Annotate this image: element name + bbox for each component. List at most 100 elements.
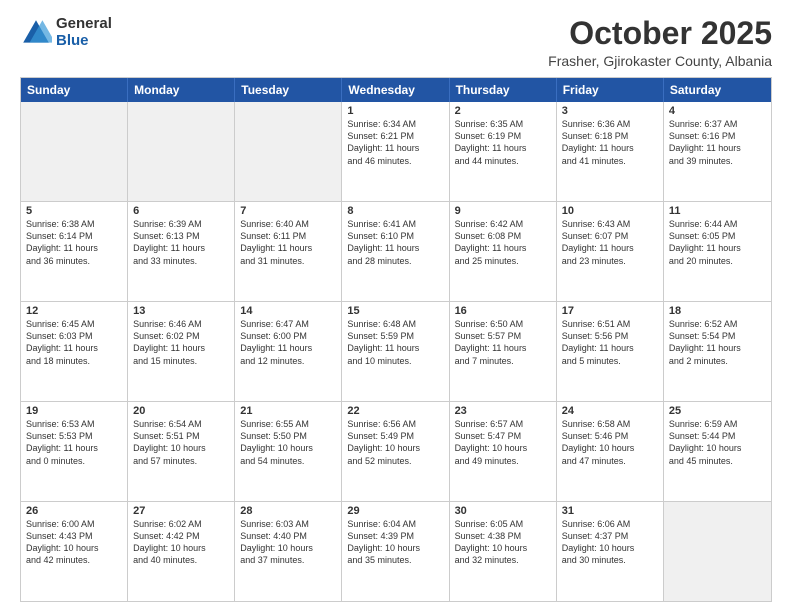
day-info: Sunrise: 6:55 AM Sunset: 5:50 PM Dayligh… (240, 418, 336, 467)
day-info: Sunrise: 6:45 AM Sunset: 6:03 PM Dayligh… (26, 318, 122, 367)
day-info: Sunrise: 6:57 AM Sunset: 5:47 PM Dayligh… (455, 418, 551, 467)
title-section: October 2025 Frasher, Gjirokaster County… (548, 16, 772, 69)
day-info: Sunrise: 6:37 AM Sunset: 6:16 PM Dayligh… (669, 118, 766, 167)
day-cell: 8Sunrise: 6:41 AM Sunset: 6:10 PM Daylig… (342, 202, 449, 301)
day-info: Sunrise: 6:50 AM Sunset: 5:57 PM Dayligh… (455, 318, 551, 367)
day-info: Sunrise: 6:43 AM Sunset: 6:07 PM Dayligh… (562, 218, 658, 267)
logo-text: General Blue (56, 16, 112, 49)
day-number: 22 (347, 405, 443, 417)
day-cell: 25Sunrise: 6:59 AM Sunset: 5:44 PM Dayli… (664, 402, 771, 501)
day-info: Sunrise: 6:35 AM Sunset: 6:19 PM Dayligh… (455, 118, 551, 167)
day-number: 26 (26, 505, 122, 517)
day-header-saturday: Saturday (664, 78, 771, 102)
day-cell: 24Sunrise: 6:58 AM Sunset: 5:46 PM Dayli… (557, 402, 664, 501)
day-cell (128, 102, 235, 201)
day-number: 27 (133, 505, 229, 517)
day-cell: 19Sunrise: 6:53 AM Sunset: 5:53 PM Dayli… (21, 402, 128, 501)
day-cell: 7Sunrise: 6:40 AM Sunset: 6:11 PM Daylig… (235, 202, 342, 301)
day-cell: 3Sunrise: 6:36 AM Sunset: 6:18 PM Daylig… (557, 102, 664, 201)
day-info: Sunrise: 6:06 AM Sunset: 4:37 PM Dayligh… (562, 518, 658, 567)
day-cell: 17Sunrise: 6:51 AM Sunset: 5:56 PM Dayli… (557, 302, 664, 401)
day-info: Sunrise: 6:02 AM Sunset: 4:42 PM Dayligh… (133, 518, 229, 567)
day-cell: 22Sunrise: 6:56 AM Sunset: 5:49 PM Dayli… (342, 402, 449, 501)
logo-general: General (56, 16, 112, 33)
day-number: 9 (455, 205, 551, 217)
day-cell: 10Sunrise: 6:43 AM Sunset: 6:07 PM Dayli… (557, 202, 664, 301)
day-headers: SundayMondayTuesdayWednesdayThursdayFrid… (21, 78, 771, 102)
day-info: Sunrise: 6:51 AM Sunset: 5:56 PM Dayligh… (562, 318, 658, 367)
day-number: 16 (455, 305, 551, 317)
day-number: 14 (240, 305, 336, 317)
week-row-1: 1Sunrise: 6:34 AM Sunset: 6:21 PM Daylig… (21, 102, 771, 201)
day-info: Sunrise: 6:52 AM Sunset: 5:54 PM Dayligh… (669, 318, 766, 367)
location: Frasher, Gjirokaster County, Albania (548, 53, 772, 69)
day-number: 20 (133, 405, 229, 417)
day-cell: 2Sunrise: 6:35 AM Sunset: 6:19 PM Daylig… (450, 102, 557, 201)
logo-icon (20, 17, 52, 49)
day-cell: 13Sunrise: 6:46 AM Sunset: 6:02 PM Dayli… (128, 302, 235, 401)
day-cell: 18Sunrise: 6:52 AM Sunset: 5:54 PM Dayli… (664, 302, 771, 401)
day-cell: 26Sunrise: 6:00 AM Sunset: 4:43 PM Dayli… (21, 502, 128, 601)
day-number: 6 (133, 205, 229, 217)
day-info: Sunrise: 6:53 AM Sunset: 5:53 PM Dayligh… (26, 418, 122, 467)
day-cell: 15Sunrise: 6:48 AM Sunset: 5:59 PM Dayli… (342, 302, 449, 401)
day-number: 31 (562, 505, 658, 517)
day-cell: 31Sunrise: 6:06 AM Sunset: 4:37 PM Dayli… (557, 502, 664, 601)
day-number: 2 (455, 105, 551, 117)
day-number: 18 (669, 305, 766, 317)
day-cell: 21Sunrise: 6:55 AM Sunset: 5:50 PM Dayli… (235, 402, 342, 501)
week-row-5: 26Sunrise: 6:00 AM Sunset: 4:43 PM Dayli… (21, 501, 771, 601)
day-number: 28 (240, 505, 336, 517)
day-info: Sunrise: 6:48 AM Sunset: 5:59 PM Dayligh… (347, 318, 443, 367)
day-info: Sunrise: 6:39 AM Sunset: 6:13 PM Dayligh… (133, 218, 229, 267)
day-cell (664, 502, 771, 601)
day-info: Sunrise: 6:36 AM Sunset: 6:18 PM Dayligh… (562, 118, 658, 167)
day-cell: 1Sunrise: 6:34 AM Sunset: 6:21 PM Daylig… (342, 102, 449, 201)
day-info: Sunrise: 6:04 AM Sunset: 4:39 PM Dayligh… (347, 518, 443, 567)
day-cell: 30Sunrise: 6:05 AM Sunset: 4:38 PM Dayli… (450, 502, 557, 601)
day-cell (235, 102, 342, 201)
day-cell: 16Sunrise: 6:50 AM Sunset: 5:57 PM Dayli… (450, 302, 557, 401)
day-cell: 9Sunrise: 6:42 AM Sunset: 6:08 PM Daylig… (450, 202, 557, 301)
day-number: 17 (562, 305, 658, 317)
week-row-3: 12Sunrise: 6:45 AM Sunset: 6:03 PM Dayli… (21, 301, 771, 401)
month-title: October 2025 (548, 16, 772, 51)
day-cell: 4Sunrise: 6:37 AM Sunset: 6:16 PM Daylig… (664, 102, 771, 201)
day-info: Sunrise: 6:46 AM Sunset: 6:02 PM Dayligh… (133, 318, 229, 367)
day-info: Sunrise: 6:59 AM Sunset: 5:44 PM Dayligh… (669, 418, 766, 467)
calendar: SundayMondayTuesdayWednesdayThursdayFrid… (20, 77, 772, 602)
day-number: 30 (455, 505, 551, 517)
day-header-friday: Friday (557, 78, 664, 102)
day-header-thursday: Thursday (450, 78, 557, 102)
day-info: Sunrise: 6:05 AM Sunset: 4:38 PM Dayligh… (455, 518, 551, 567)
day-number: 8 (347, 205, 443, 217)
day-number: 11 (669, 205, 766, 217)
day-header-sunday: Sunday (21, 78, 128, 102)
day-info: Sunrise: 6:56 AM Sunset: 5:49 PM Dayligh… (347, 418, 443, 467)
day-cell: 12Sunrise: 6:45 AM Sunset: 6:03 PM Dayli… (21, 302, 128, 401)
day-info: Sunrise: 6:34 AM Sunset: 6:21 PM Dayligh… (347, 118, 443, 167)
day-info: Sunrise: 6:00 AM Sunset: 4:43 PM Dayligh… (26, 518, 122, 567)
day-header-monday: Monday (128, 78, 235, 102)
day-info: Sunrise: 6:38 AM Sunset: 6:14 PM Dayligh… (26, 218, 122, 267)
week-row-4: 19Sunrise: 6:53 AM Sunset: 5:53 PM Dayli… (21, 401, 771, 501)
day-number: 21 (240, 405, 336, 417)
week-row-2: 5Sunrise: 6:38 AM Sunset: 6:14 PM Daylig… (21, 201, 771, 301)
day-number: 1 (347, 105, 443, 117)
day-header-tuesday: Tuesday (235, 78, 342, 102)
day-number: 5 (26, 205, 122, 217)
day-info: Sunrise: 6:40 AM Sunset: 6:11 PM Dayligh… (240, 218, 336, 267)
day-number: 7 (240, 205, 336, 217)
day-info: Sunrise: 6:03 AM Sunset: 4:40 PM Dayligh… (240, 518, 336, 567)
day-number: 12 (26, 305, 122, 317)
day-info: Sunrise: 6:42 AM Sunset: 6:08 PM Dayligh… (455, 218, 551, 267)
header: General Blue October 2025 Frasher, Gjiro… (20, 16, 772, 69)
day-info: Sunrise: 6:41 AM Sunset: 6:10 PM Dayligh… (347, 218, 443, 267)
logo-blue: Blue (56, 33, 112, 50)
day-cell: 29Sunrise: 6:04 AM Sunset: 4:39 PM Dayli… (342, 502, 449, 601)
day-number: 25 (669, 405, 766, 417)
day-info: Sunrise: 6:58 AM Sunset: 5:46 PM Dayligh… (562, 418, 658, 467)
day-number: 23 (455, 405, 551, 417)
day-info: Sunrise: 6:47 AM Sunset: 6:00 PM Dayligh… (240, 318, 336, 367)
day-cell: 23Sunrise: 6:57 AM Sunset: 5:47 PM Dayli… (450, 402, 557, 501)
